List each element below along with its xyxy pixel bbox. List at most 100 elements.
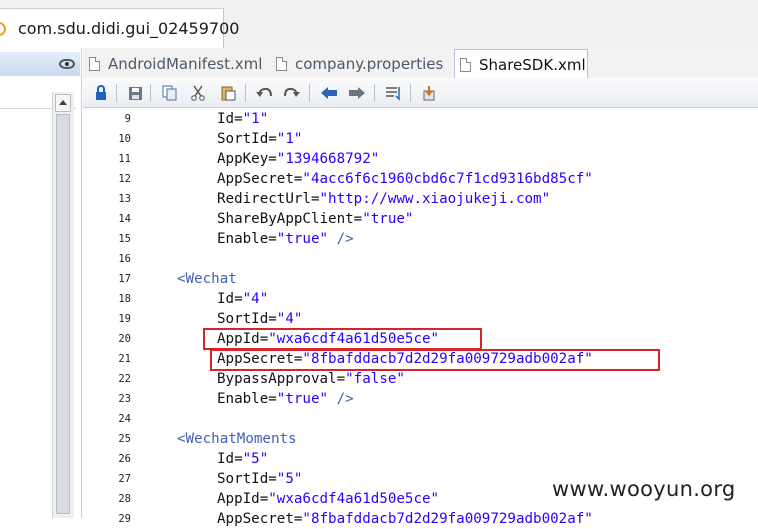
tab-sharesdk-xml[interactable]: ShareSDK.xml bbox=[454, 49, 588, 79]
attribute-name: AppId= bbox=[217, 491, 269, 507]
tab-company-properties[interactable]: company.properties bbox=[276, 50, 452, 78]
code-line: 26 Id="5" bbox=[83, 449, 758, 469]
undo-icon[interactable] bbox=[254, 83, 274, 103]
line-number: 11 bbox=[118, 153, 131, 165]
attribute-name: Id= bbox=[217, 451, 243, 467]
code-text: Enable="true" /> bbox=[217, 229, 354, 249]
code-line: 15 Enable="true" /> bbox=[83, 229, 758, 249]
toolbar-separator bbox=[410, 84, 411, 102]
line-number: 23 bbox=[118, 393, 131, 405]
line-number: 17 bbox=[118, 273, 131, 285]
left-panel-header bbox=[0, 52, 80, 76]
line-number: 16 bbox=[118, 253, 131, 265]
tab-label: company.properties bbox=[295, 55, 444, 73]
back-arrow-icon[interactable] bbox=[319, 83, 339, 103]
code-text: RedirectUrl="http://www.xiaojukeji.com" bbox=[217, 189, 550, 209]
code-line: 12 AppSecret="4acc6f6c1960cbd6c7f1cd9316b… bbox=[83, 169, 758, 189]
xml-tag: <Wechat bbox=[177, 271, 237, 287]
redo-icon[interactable] bbox=[282, 83, 302, 103]
code-text: Id="1" bbox=[217, 109, 268, 129]
toolbar-separator bbox=[245, 84, 246, 102]
left-panel-scrollbar[interactable] bbox=[52, 92, 74, 518]
toolbar-separator bbox=[309, 84, 310, 102]
attribute-name: Enable= bbox=[217, 231, 277, 247]
attribute-value: "4" bbox=[276, 311, 303, 327]
code-text: ShareByAppClient="true" bbox=[217, 209, 413, 229]
code-text: AppId="wxa6cdf4a61d50e5ce" bbox=[217, 489, 439, 509]
code-line: 17 <Wechat bbox=[83, 269, 758, 289]
toolbar-separator bbox=[374, 84, 375, 102]
code-line: 14 ShareByAppClient="true" bbox=[83, 209, 758, 229]
scroll-up-arrow-icon[interactable] bbox=[55, 94, 71, 112]
code-text: BypassApproval="false" bbox=[217, 369, 405, 389]
attribute-name: AppSecret= bbox=[217, 511, 303, 527]
line-number: 29 bbox=[118, 513, 131, 525]
attribute-name: Id= bbox=[217, 291, 243, 307]
properties-file-icon bbox=[276, 57, 287, 71]
code-text: Id="4" bbox=[217, 289, 268, 309]
toolbar-separator bbox=[116, 84, 117, 102]
line-number: 15 bbox=[118, 233, 131, 245]
export-icon[interactable] bbox=[419, 83, 439, 103]
attribute-name: ShareByAppClient= bbox=[217, 211, 363, 227]
line-number: 24 bbox=[118, 413, 131, 425]
code-text: <Wechat bbox=[177, 269, 237, 289]
line-number: 14 bbox=[118, 213, 131, 225]
attribute-value: "true" bbox=[276, 391, 329, 407]
window-tab[interactable]: com.sdu.didi.gui_02459700 bbox=[0, 8, 239, 48]
attribute-value: "5" bbox=[276, 471, 303, 487]
line-number: 25 bbox=[118, 433, 131, 445]
line-number: 27 bbox=[118, 473, 131, 485]
code-line: 9 Id="1" bbox=[83, 109, 758, 129]
highlight-box-appid bbox=[203, 328, 482, 350]
code-line: 10 SortId="1" bbox=[83, 129, 758, 149]
attribute-value: "http://www.xiaojukeji.com" bbox=[319, 191, 551, 207]
attribute-value: "wxa6cdf4a61d50e5ce" bbox=[268, 491, 440, 507]
code-line: 22 BypassApproval="false" bbox=[83, 369, 758, 389]
save-icon[interactable] bbox=[125, 83, 145, 103]
attribute-value: "4" bbox=[242, 291, 269, 307]
line-number: 18 bbox=[118, 293, 131, 305]
attribute-name: Enable= bbox=[217, 391, 277, 407]
attribute-name: Id= bbox=[217, 111, 243, 127]
line-number: 13 bbox=[118, 193, 131, 205]
line-number: 21 bbox=[118, 353, 131, 365]
code-line: 29 AppSecret="8fbafddacb7d2d29fa009729adb… bbox=[83, 509, 758, 529]
app-icon bbox=[0, 22, 6, 36]
scrollbar-thumb[interactable] bbox=[56, 114, 70, 514]
line-number: 26 bbox=[118, 453, 131, 465]
code-line: 16 bbox=[83, 249, 758, 269]
code-text: Id="5" bbox=[217, 449, 268, 469]
line-number: 12 bbox=[118, 173, 131, 185]
code-editor[interactable]: 9 Id="1" 10 SortId="1" 11 AppKey="1394668792"… bbox=[83, 108, 758, 527]
attribute-value: "1" bbox=[242, 111, 269, 127]
attribute-name: SortId= bbox=[217, 131, 277, 147]
format-icon[interactable] bbox=[383, 83, 403, 103]
cut-icon[interactable] bbox=[188, 83, 208, 103]
forward-arrow-icon[interactable] bbox=[347, 83, 367, 103]
xml-tag: <WechatMoments bbox=[177, 431, 297, 447]
tab-label: ShareSDK.xml bbox=[479, 55, 586, 74]
attribute-name: AppSecret= bbox=[217, 171, 303, 187]
code-line: 25 <WechatMoments bbox=[83, 429, 758, 449]
attribute-value: "false" bbox=[345, 371, 405, 387]
code-line: 11 AppKey="1394668792" bbox=[83, 149, 758, 169]
eye-icon[interactable] bbox=[59, 59, 75, 69]
copy-icon[interactable] bbox=[160, 83, 180, 103]
editor-tabs: AndroidManifest.xml company.properties S… bbox=[83, 48, 758, 79]
xml-tag: /> bbox=[328, 391, 354, 407]
code-line: 13 RedirectUrl="http://www.xiaojukeji.com… bbox=[83, 189, 758, 209]
code-text: AppKey="1394668792" bbox=[217, 149, 379, 169]
attribute-value: "true" bbox=[362, 211, 414, 227]
xml-tag: /> bbox=[328, 231, 354, 247]
attribute-value: "8fbafddacb7d2d29fa009729adb002af" bbox=[302, 511, 593, 527]
tab-android-manifest[interactable]: AndroidManifest.xml bbox=[89, 50, 275, 78]
code-text: SortId="1" bbox=[217, 129, 302, 149]
xml-file-icon bbox=[89, 57, 100, 71]
attribute-name: SortId= bbox=[217, 311, 277, 327]
line-number: 20 bbox=[118, 333, 131, 345]
paste-icon[interactable] bbox=[218, 83, 238, 103]
lock-icon[interactable] bbox=[91, 83, 111, 103]
code-line: 18 Id="4" bbox=[83, 289, 758, 309]
line-number: 9 bbox=[124, 113, 131, 125]
